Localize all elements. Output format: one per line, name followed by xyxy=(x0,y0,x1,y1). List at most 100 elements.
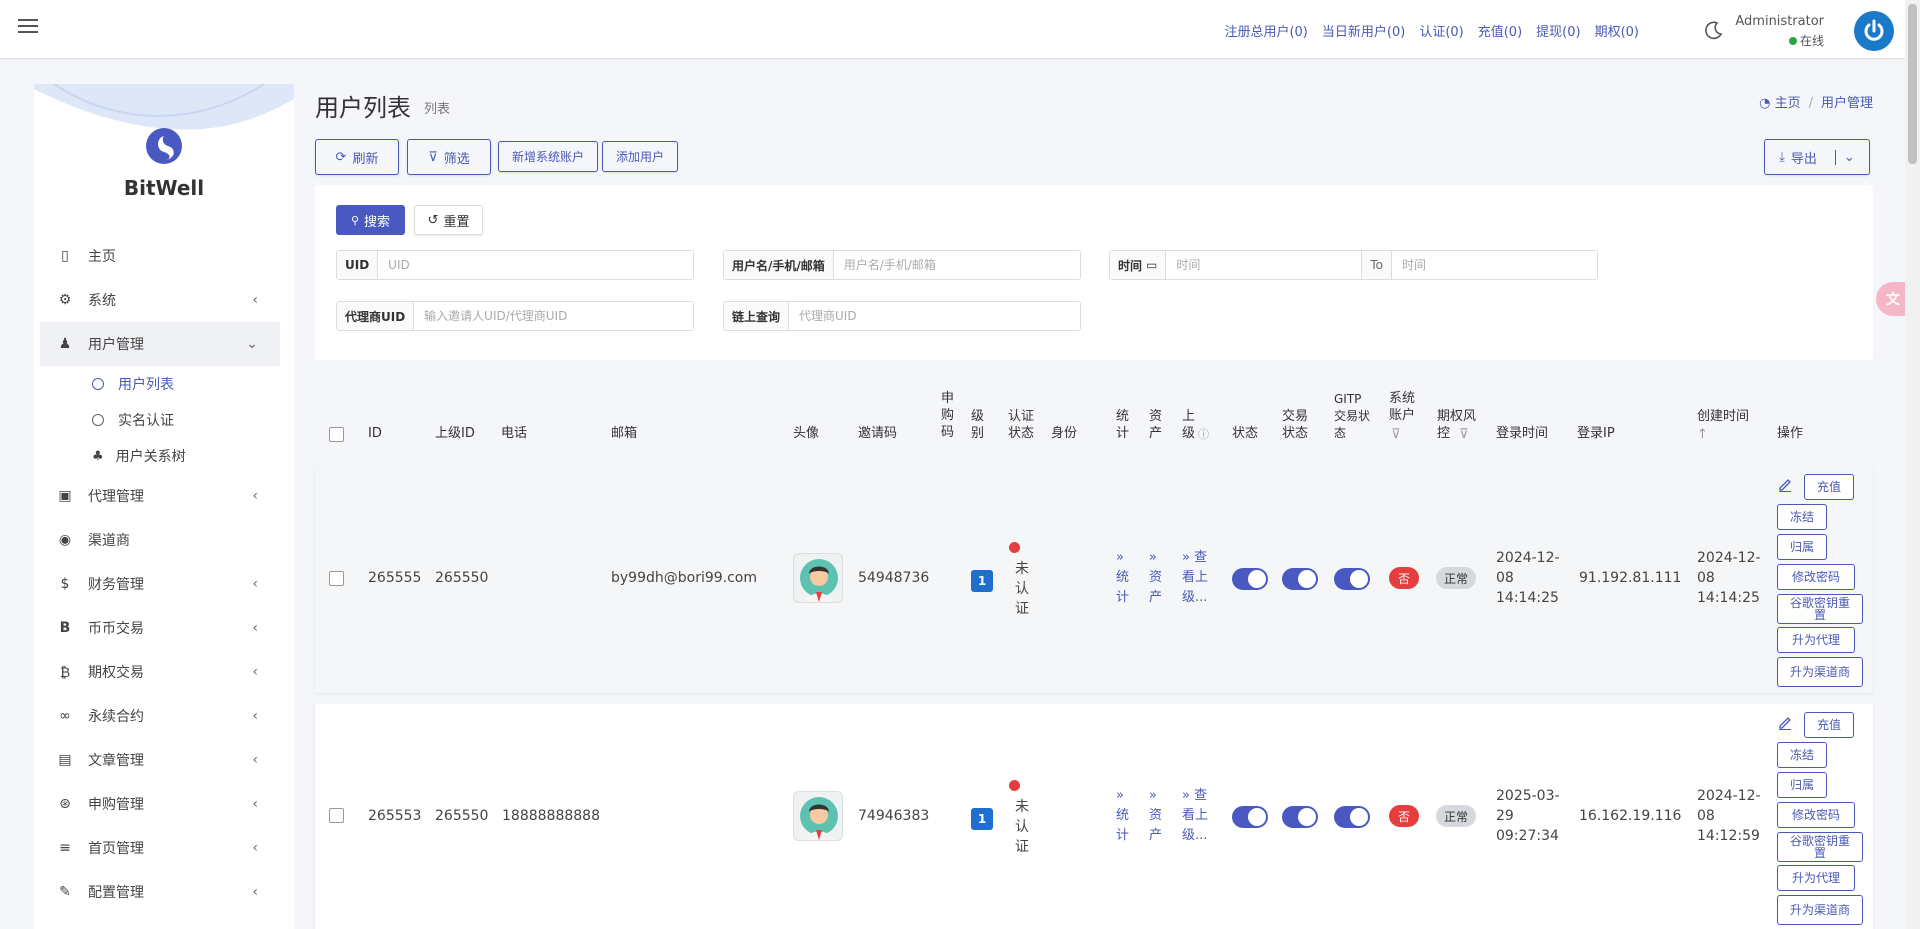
new-system-account-button[interactable]: 新增系统账户 xyxy=(498,141,598,172)
assets-link[interactable]: » 资 产 xyxy=(1149,548,1162,608)
promote-agent-button[interactable]: 升为代理 xyxy=(1777,865,1855,891)
th-phone: 电话 xyxy=(501,426,528,441)
hamburger-menu-icon[interactable] xyxy=(18,19,38,35)
view-parent-link[interactable]: » 查 看上 级... xyxy=(1182,786,1208,846)
agent-uid-field: 代理商UID xyxy=(336,301,694,331)
th-system-account[interactable]: 系统 账户 ⊽ xyxy=(1389,390,1415,442)
th-login-ip: 登录IP xyxy=(1577,426,1615,441)
status-toggle[interactable] xyxy=(1232,568,1268,590)
uid-input[interactable] xyxy=(378,251,693,279)
bar-chart-icon: ▯ xyxy=(61,248,69,264)
sidebar-item-homepage[interactable]: ≡ 首页管理 ‹ xyxy=(40,826,280,870)
recharge-button[interactable]: 充值 xyxy=(1804,712,1854,738)
sidebar-item-options-trade[interactable]: ₿ 期权交易 ‹ xyxy=(40,650,280,694)
sidebar-item-config[interactable]: ✎ 配置管理 ‹ xyxy=(40,870,280,914)
agent-uid-input[interactable] xyxy=(414,302,693,330)
refresh-button[interactable]: ⟳ 刷新 xyxy=(315,139,399,175)
sidebar-subitem-user-list[interactable]: 用户列表 xyxy=(40,366,280,402)
th-created-time[interactable]: 创建时间 ↑ xyxy=(1697,408,1749,442)
username-field: 用户名/手机/邮箱 xyxy=(723,250,1081,280)
stat-withdraw[interactable]: 提现(0) xyxy=(1536,21,1580,40)
export-button[interactable]: ⤓ 导出 ⌄ xyxy=(1764,139,1870,175)
username-input[interactable] xyxy=(833,251,1080,279)
edit-pencil-icon[interactable] xyxy=(1777,476,1793,492)
cell-invite-code: 54948736 xyxy=(858,570,930,586)
th-login-time: 登录时间 xyxy=(1496,426,1549,441)
breadcrumb-home[interactable]: 主页 xyxy=(1775,96,1801,111)
level-badge: 1 xyxy=(971,808,993,830)
promote-channel-button[interactable]: 升为渠道商 xyxy=(1777,657,1863,687)
gitp-status-toggle[interactable] xyxy=(1334,806,1370,828)
gitp-status-toggle[interactable] xyxy=(1334,568,1370,590)
power-avatar-icon[interactable] xyxy=(1854,11,1894,51)
th-parent-id[interactable]: 上级ID xyxy=(435,425,475,442)
admin-info[interactable]: Administrator 在线 xyxy=(1735,14,1824,49)
bitwell-logo-icon xyxy=(146,128,182,164)
link-icon: ∞ xyxy=(59,708,71,724)
freeze-button[interactable]: 冻结 xyxy=(1777,742,1827,768)
sidebar-subitem-relation-tree[interactable]: ♣ 用户关系树 xyxy=(40,438,280,474)
time-from-input[interactable] xyxy=(1166,251,1363,279)
filter-icon: ⊽ xyxy=(1459,427,1469,442)
stat-new-users-today[interactable]: 当日新用户(0) xyxy=(1322,21,1405,40)
uid-label: UID xyxy=(337,251,379,279)
recharge-button[interactable]: 充值 xyxy=(1804,474,1854,500)
top-navbar: 注册总用户(0) 当日新用户(0) 认证(0) 充值(0) 提现(0) 期权(0… xyxy=(0,0,1905,59)
search-button[interactable]: ⚲ 搜索 xyxy=(336,205,405,235)
belong-button[interactable]: 归属 xyxy=(1777,772,1827,798)
sidebar-item-perpetual[interactable]: ∞ 永续合约 ‹ xyxy=(40,694,280,738)
th-id[interactable]: ID xyxy=(368,425,382,442)
assets-link[interactable]: » 资 产 xyxy=(1149,786,1162,846)
sidebar-subitem-real-name[interactable]: 实名认证 xyxy=(40,402,280,438)
promote-agent-button[interactable]: 升为代理 xyxy=(1777,627,1855,653)
google-key-reset-button[interactable]: 谷歌密钥重置 xyxy=(1777,594,1863,624)
sidebar-item-spot-trade[interactable]: B 币币交易 ‹ xyxy=(40,606,280,650)
cell-created-time: 2024-12- 08 14:12:59 xyxy=(1697,788,1761,844)
cell-invite-code: 74946383 xyxy=(858,808,930,824)
page-scrollbar[interactable] xyxy=(1905,0,1920,929)
sidebar-item-finance[interactable]: $ 财务管理 ‹ xyxy=(40,562,280,606)
change-password-button[interactable]: 修改密码 xyxy=(1777,802,1855,828)
sidebar-item-system[interactable]: ⚙ 系统 ‹ xyxy=(40,278,280,322)
search-icon: ⚲ xyxy=(350,213,360,227)
row-checkbox[interactable] xyxy=(329,571,344,586)
view-parent-link[interactable]: » 查 看上 级... xyxy=(1182,548,1208,608)
th-identity: 身份 xyxy=(1051,426,1078,441)
lifebuoy-icon: ⊛ xyxy=(59,796,71,812)
sidebar-item-home[interactable]: ▯ 主页 xyxy=(40,234,280,278)
stat-recharge[interactable]: 充值(0) xyxy=(1478,21,1522,40)
chevron-left-icon: ‹ xyxy=(252,796,258,812)
select-all-checkbox[interactable] xyxy=(329,427,344,442)
belong-button[interactable]: 归属 xyxy=(1777,534,1827,560)
freeze-button[interactable]: 冻结 xyxy=(1777,504,1827,530)
google-key-reset-button[interactable]: 谷歌密钥重置 xyxy=(1777,832,1863,862)
chain-query-input[interactable] xyxy=(789,302,1080,330)
stat-options[interactable]: 期权(0) xyxy=(1595,21,1639,40)
list-icon: ≡ xyxy=(59,840,71,856)
status-toggle[interactable] xyxy=(1232,806,1268,828)
edit-pencil-icon[interactable] xyxy=(1777,714,1793,730)
sidebar-item-channel[interactable]: ◉ 渠道商 xyxy=(40,518,280,562)
stats-link[interactable]: » 统 计 xyxy=(1116,786,1129,846)
reset-button[interactable]: ↺ 重置 xyxy=(414,205,483,235)
scrollbar-thumb[interactable] xyxy=(1908,4,1917,164)
trade-status-toggle[interactable] xyxy=(1282,568,1318,590)
sidebar-item-user-management[interactable]: ♟ 用户管理 ⌄ xyxy=(40,322,280,366)
sidebar-item-articles[interactable]: ▤ 文章管理 ‹ xyxy=(40,738,280,782)
stat-total-users[interactable]: 注册总用户(0) xyxy=(1224,21,1307,40)
trade-status-toggle[interactable] xyxy=(1282,806,1318,828)
add-user-button[interactable]: 添加用户 xyxy=(602,141,678,172)
change-password-button[interactable]: 修改密码 xyxy=(1777,564,1855,590)
row-checkbox[interactable] xyxy=(329,808,344,823)
chevron-left-icon: ‹ xyxy=(252,708,258,724)
th-options-risk[interactable]: 期权风 控 ⊽ xyxy=(1437,408,1476,442)
dark-mode-moon-icon[interactable] xyxy=(1704,20,1724,40)
stat-verified[interactable]: 认证(0) xyxy=(1419,21,1463,40)
promote-channel-button[interactable]: 升为渠道商 xyxy=(1777,895,1863,925)
sidebar-item-subscription[interactable]: ⊛ 申购管理 ‹ xyxy=(40,782,280,826)
th-stats: 统 计 xyxy=(1116,409,1130,441)
time-to-input[interactable] xyxy=(1392,251,1597,279)
filter-button[interactable]: ⊽ 筛选 xyxy=(407,139,491,175)
sidebar-item-agent[interactable]: ▣ 代理管理 ‹ xyxy=(40,474,280,518)
stats-link[interactable]: » 统 计 xyxy=(1116,548,1129,608)
